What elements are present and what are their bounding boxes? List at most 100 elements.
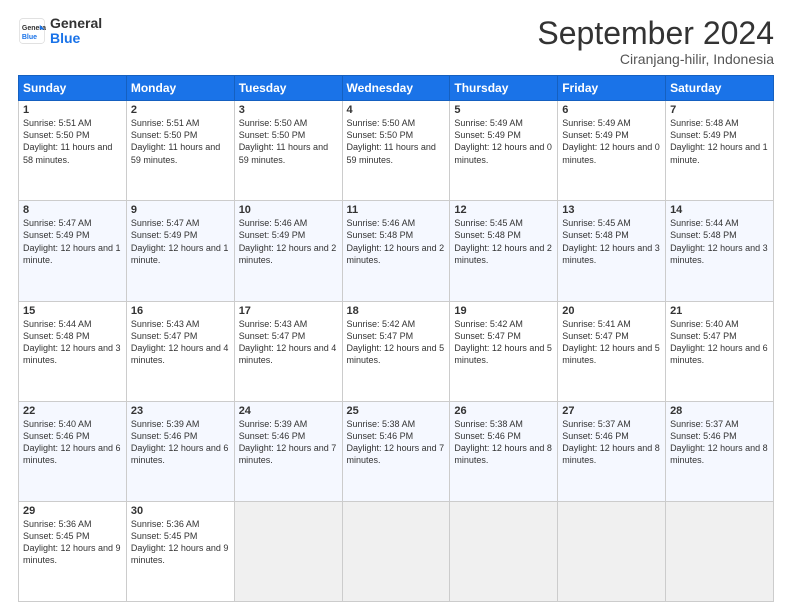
calendar-cell: 18Sunrise: 5:42 AMSunset: 5:47 PMDayligh… <box>342 301 450 401</box>
logo-general: General <box>50 16 102 31</box>
cell-content: Sunrise: 5:36 AMSunset: 5:45 PMDaylight:… <box>23 519 121 565</box>
calendar-cell <box>234 501 342 601</box>
cell-content: Sunrise: 5:44 AMSunset: 5:48 PMDaylight:… <box>670 218 768 264</box>
header: General Blue General Blue September 2024… <box>18 16 774 67</box>
day-number: 28 <box>670 405 769 417</box>
day-number: 26 <box>454 405 553 417</box>
calendar-cell: 12Sunrise: 5:45 AMSunset: 5:48 PMDayligh… <box>450 201 558 301</box>
cell-content: Sunrise: 5:51 AMSunset: 5:50 PMDaylight:… <box>23 118 112 164</box>
calendar-cell: 17Sunrise: 5:43 AMSunset: 5:47 PMDayligh… <box>234 301 342 401</box>
cell-content: Sunrise: 5:49 AMSunset: 5:49 PMDaylight:… <box>454 118 552 164</box>
calendar-cell: 10 Sunrise: 5:46 AMSunset: 5:49 PMDayligh… <box>234 201 342 301</box>
calendar-cell: 7Sunrise: 5:48 AMSunset: 5:49 PMDaylight… <box>666 101 774 201</box>
cell-content: Sunrise: 5:44 AMSunset: 5:48 PMDaylight:… <box>23 319 121 365</box>
cell-content: Sunrise: 5:39 AMSunset: 5:46 PMDaylight:… <box>239 419 337 465</box>
calendar-cell: 20 Sunrise: 5:41 AMSunset: 5:47 PMDayligh… <box>558 301 666 401</box>
day-number: 8 <box>23 204 122 216</box>
day-number: 15 <box>23 305 122 317</box>
cell-content: Sunrise: 5:42 AMSunset: 5:47 PMDaylight:… <box>347 319 445 365</box>
svg-text:Blue: Blue <box>22 34 37 41</box>
calendar-cell: 16 Sunrise: 5:43 AMSunset: 5:47 PMDayligh… <box>126 301 234 401</box>
cell-content: Sunrise: 5:36 AMSunset: 5:45 PMDaylight:… <box>131 519 229 565</box>
calendar-cell: 8 Sunrise: 5:47 AMSunset: 5:49 PMDaylight… <box>19 201 127 301</box>
subtitle: Ciranjang-hilir, Indonesia <box>537 51 774 67</box>
cell-content: Sunrise: 5:43 AMSunset: 5:47 PMDaylight:… <box>239 319 337 365</box>
calendar-cell <box>666 501 774 601</box>
cell-content: Sunrise: 5:39 AMSunset: 5:46 PMDaylight:… <box>131 419 229 465</box>
calendar-cell: 3 Sunrise: 5:50 AMSunset: 5:50 PMDaylight… <box>234 101 342 201</box>
calendar-cell: 30 Sunrise: 5:36 AMSunset: 5:45 PMDayligh… <box>126 501 234 601</box>
calendar-cell: 19 Sunrise: 5:42 AMSunset: 5:47 PMDayligh… <box>450 301 558 401</box>
logo: General Blue General Blue <box>18 16 102 47</box>
calendar-week-3: 15 Sunrise: 5:44 AMSunset: 5:48 PMDayligh… <box>19 301 774 401</box>
day-number: 5 <box>454 104 553 116</box>
cell-content: Sunrise: 5:40 AMSunset: 5:46 PMDaylight:… <box>23 419 121 465</box>
day-number: 19 <box>454 305 553 317</box>
day-number: 2 <box>131 104 230 116</box>
weekday-friday: Friday <box>558 76 666 101</box>
calendar-table: SundayMondayTuesdayWednesdayThursdayFrid… <box>18 75 774 602</box>
cell-content: Sunrise: 5:41 AMSunset: 5:47 PMDaylight:… <box>562 319 660 365</box>
day-number: 21 <box>670 305 769 317</box>
day-number: 23 <box>131 405 230 417</box>
calendar-cell <box>342 501 450 601</box>
weekday-sunday: Sunday <box>19 76 127 101</box>
day-number: 4 <box>347 104 446 116</box>
calendar-cell: 23 Sunrise: 5:39 AMSunset: 5:46 PMDayligh… <box>126 401 234 501</box>
day-number: 1 <box>23 104 122 116</box>
cell-content: Sunrise: 5:47 AMSunset: 5:49 PMDaylight:… <box>131 218 229 264</box>
calendar-cell: 27Sunrise: 5:37 AMSunset: 5:46 PMDayligh… <box>558 401 666 501</box>
cell-content: Sunrise: 5:47 AMSunset: 5:49 PMDaylight:… <box>23 218 121 264</box>
calendar-cell <box>558 501 666 601</box>
calendar-week-2: 8 Sunrise: 5:47 AMSunset: 5:49 PMDaylight… <box>19 201 774 301</box>
calendar-cell: 13Sunrise: 5:45 AMSunset: 5:48 PMDayligh… <box>558 201 666 301</box>
cell-content: Sunrise: 5:42 AMSunset: 5:47 PMDaylight:… <box>454 319 552 365</box>
title-section: September 2024 Ciranjang-hilir, Indonesi… <box>537 16 774 67</box>
calendar-cell: 29Sunrise: 5:36 AMSunset: 5:45 PMDayligh… <box>19 501 127 601</box>
calendar-cell: 9Sunrise: 5:47 AMSunset: 5:49 PMDaylight… <box>126 201 234 301</box>
day-number: 22 <box>23 405 122 417</box>
cell-content: Sunrise: 5:45 AMSunset: 5:48 PMDaylight:… <box>562 218 660 264</box>
calendar-cell: 11 Sunrise: 5:46 AMSunset: 5:48 PMDayligh… <box>342 201 450 301</box>
main-title: September 2024 <box>537 16 774 51</box>
day-number: 24 <box>239 405 338 417</box>
calendar-cell: 5 Sunrise: 5:49 AMSunset: 5:49 PMDaylight… <box>450 101 558 201</box>
weekday-saturday: Saturday <box>666 76 774 101</box>
day-number: 7 <box>670 104 769 116</box>
logo-blue: Blue <box>50 31 102 46</box>
cell-content: Sunrise: 5:49 AMSunset: 5:49 PMDaylight:… <box>562 118 660 164</box>
calendar-cell: 4Sunrise: 5:50 AMSunset: 5:50 PMDaylight… <box>342 101 450 201</box>
calendar-cell: 21 Sunrise: 5:40 AMSunset: 5:47 PMDayligh… <box>666 301 774 401</box>
day-number: 20 <box>562 305 661 317</box>
day-number: 6 <box>562 104 661 116</box>
cell-content: Sunrise: 5:38 AMSunset: 5:46 PMDaylight:… <box>347 419 445 465</box>
cell-content: Sunrise: 5:46 AMSunset: 5:49 PMDaylight:… <box>239 218 337 264</box>
day-number: 11 <box>347 204 446 216</box>
calendar-week-4: 22 Sunrise: 5:40 AMSunset: 5:46 PMDayligh… <box>19 401 774 501</box>
cell-content: Sunrise: 5:37 AMSunset: 5:46 PMDaylight:… <box>562 419 660 465</box>
day-number: 30 <box>131 505 230 517</box>
calendar-cell: 1 Sunrise: 5:51 AMSunset: 5:50 PMDaylight… <box>19 101 127 201</box>
day-number: 3 <box>239 104 338 116</box>
calendar-cell: 24 Sunrise: 5:39 AMSunset: 5:46 PMDayligh… <box>234 401 342 501</box>
weekday-monday: Monday <box>126 76 234 101</box>
weekday-header-row: SundayMondayTuesdayWednesdayThursdayFrid… <box>19 76 774 101</box>
calendar-cell: 28 Sunrise: 5:37 AMSunset: 5:46 PMDayligh… <box>666 401 774 501</box>
cell-content: Sunrise: 5:38 AMSunset: 5:46 PMDaylight:… <box>454 419 552 465</box>
cell-content: Sunrise: 5:40 AMSunset: 5:47 PMDaylight:… <box>670 319 768 365</box>
day-number: 10 <box>239 204 338 216</box>
cell-content: Sunrise: 5:45 AMSunset: 5:48 PMDaylight:… <box>454 218 552 264</box>
day-number: 16 <box>131 305 230 317</box>
cell-content: Sunrise: 5:50 AMSunset: 5:50 PMDaylight:… <box>239 118 328 164</box>
calendar-cell <box>450 501 558 601</box>
calendar-week-1: 1 Sunrise: 5:51 AMSunset: 5:50 PMDaylight… <box>19 101 774 201</box>
cell-content: Sunrise: 5:51 AMSunset: 5:50 PMDaylight:… <box>131 118 220 164</box>
cell-content: Sunrise: 5:37 AMSunset: 5:46 PMDaylight:… <box>670 419 768 465</box>
weekday-thursday: Thursday <box>450 76 558 101</box>
calendar-week-5: 29Sunrise: 5:36 AMSunset: 5:45 PMDayligh… <box>19 501 774 601</box>
calendar-cell: 6 Sunrise: 5:49 AMSunset: 5:49 PMDaylight… <box>558 101 666 201</box>
cell-content: Sunrise: 5:43 AMSunset: 5:47 PMDaylight:… <box>131 319 229 365</box>
cell-content: Sunrise: 5:46 AMSunset: 5:48 PMDaylight:… <box>347 218 445 264</box>
calendar-cell: 2 Sunrise: 5:51 AMSunset: 5:50 PMDaylight… <box>126 101 234 201</box>
weekday-tuesday: Tuesday <box>234 76 342 101</box>
